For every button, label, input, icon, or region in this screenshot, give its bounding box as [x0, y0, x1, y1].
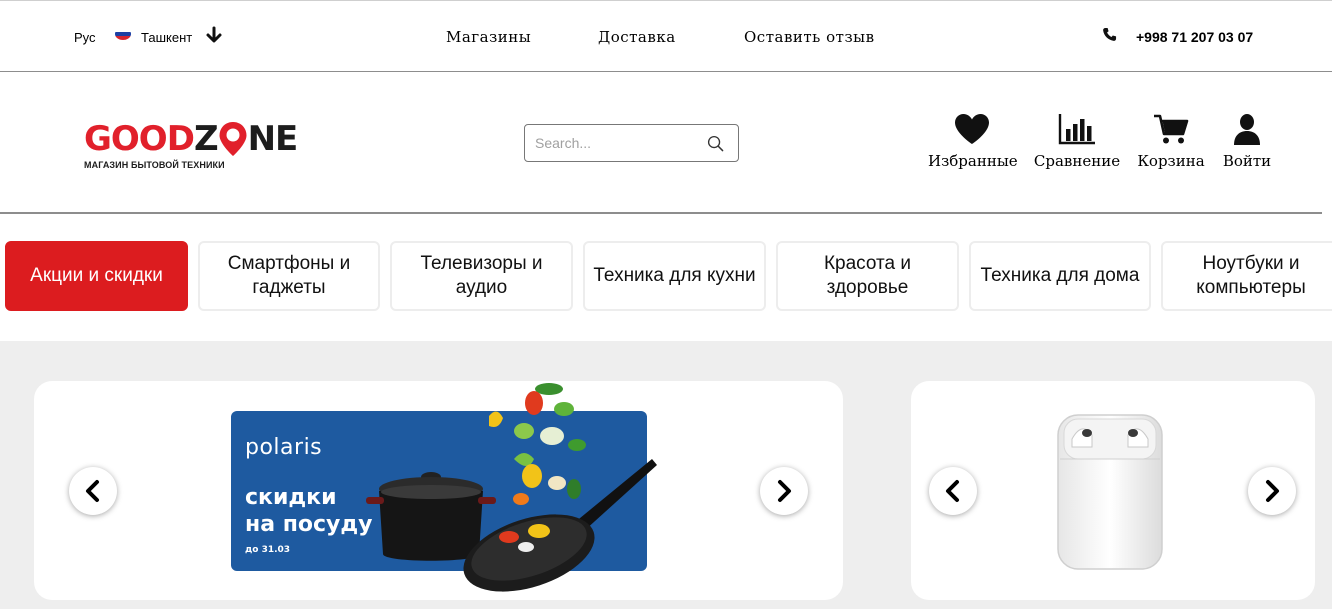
arrow-down-icon[interactable] [205, 26, 223, 44]
cart-icon [1154, 114, 1189, 144]
compare-button[interactable]: Сравнение [1032, 112, 1122, 170]
slider-prev-button[interactable] [69, 467, 117, 515]
phone-number[interactable]: +998 71 207 03 07 [1136, 29, 1253, 45]
language-selector[interactable]: Рус [74, 30, 96, 45]
frying-pan-image [463, 459, 657, 592]
russia-flag-icon [115, 28, 131, 40]
cart-button[interactable]: Корзина [1136, 112, 1206, 170]
chevron-left-icon [86, 480, 99, 502]
favorites-label: Избранные [928, 152, 1018, 170]
logo-wordmark: GOOD Z NE [84, 119, 298, 159]
city-selector[interactable]: Ташкент [141, 30, 192, 45]
cart-label: Корзина [1137, 152, 1205, 170]
banner-promo-line-1: скидки [245, 485, 337, 510]
login-button[interactable]: Войти [1218, 112, 1276, 170]
phone-icon [1103, 27, 1117, 41]
banner-brand: polaris [245, 435, 323, 460]
banner-promo-line-2: на посуду [245, 512, 373, 537]
main-banner-slider: polaris скидки на посуду до 31.03 [34, 381, 843, 600]
top-bar: Рус Ташкент Магазины Доставка Оставить о… [0, 0, 1332, 72]
chevron-right-icon [778, 480, 791, 502]
category-bar: Акции и скидки Смартфоны и гаджеты Телев… [0, 241, 1332, 311]
logo-tagline: МАГАЗИН БЫТОВОЙ ТЕХНИКИ [84, 160, 225, 170]
slider-next-button[interactable] [760, 467, 808, 515]
banner-promo-text: скидки на посуду [245, 484, 373, 538]
login-label: Войти [1222, 152, 1272, 170]
category-beauty-health[interactable]: Красота и здоровье [776, 241, 959, 311]
map-pin-icon [217, 120, 249, 158]
favorites-button[interactable]: Избранные [928, 112, 1018, 170]
category-smartphones[interactable]: Смартфоны и гаджеты [198, 241, 380, 311]
content-area: polaris скидки на посуду до 31.03 [0, 341, 1332, 609]
category-laptops[interactable]: Ноутбуки и компьютеры [1161, 241, 1332, 311]
goodzone-logo[interactable]: GOOD Z NE МАГАЗИН БЫТОВОЙ ТЕХНИКИ [84, 120, 324, 172]
category-kitchen[interactable]: Техника для кухни [583, 241, 766, 311]
nav-feedback-link[interactable]: Оставить отзыв [744, 28, 875, 46]
product-slider-next-button[interactable] [1248, 467, 1296, 515]
user-icon [1234, 114, 1260, 145]
nav-stores-link[interactable]: Магазины [446, 28, 531, 46]
category-home[interactable]: Техника для дома [969, 241, 1151, 311]
product-slider-prev-button[interactable] [929, 467, 977, 515]
heart-icon [955, 114, 989, 144]
category-promotions[interactable]: Акции и скидки [5, 241, 188, 311]
airpods-image[interactable] [1054, 411, 1166, 573]
product-slider [911, 381, 1315, 600]
main-header: GOODZ NE МАГАЗИН БЫТОВОЙ ТЕХНИКИ Избранн… [0, 72, 1322, 214]
chevron-right-icon [1266, 480, 1279, 502]
category-tv-audio[interactable]: Телевизоры и аудио [390, 241, 573, 311]
chevron-left-icon [946, 480, 959, 502]
bar-chart-icon [1058, 114, 1095, 145]
search-box [524, 124, 739, 162]
banner-date: до 31.03 [245, 545, 291, 555]
nav-delivery-link[interactable]: Доставка [598, 28, 676, 46]
search-icon[interactable] [707, 135, 724, 152]
search-input[interactable] [535, 133, 700, 153]
compare-label: Сравнение [1033, 152, 1121, 170]
